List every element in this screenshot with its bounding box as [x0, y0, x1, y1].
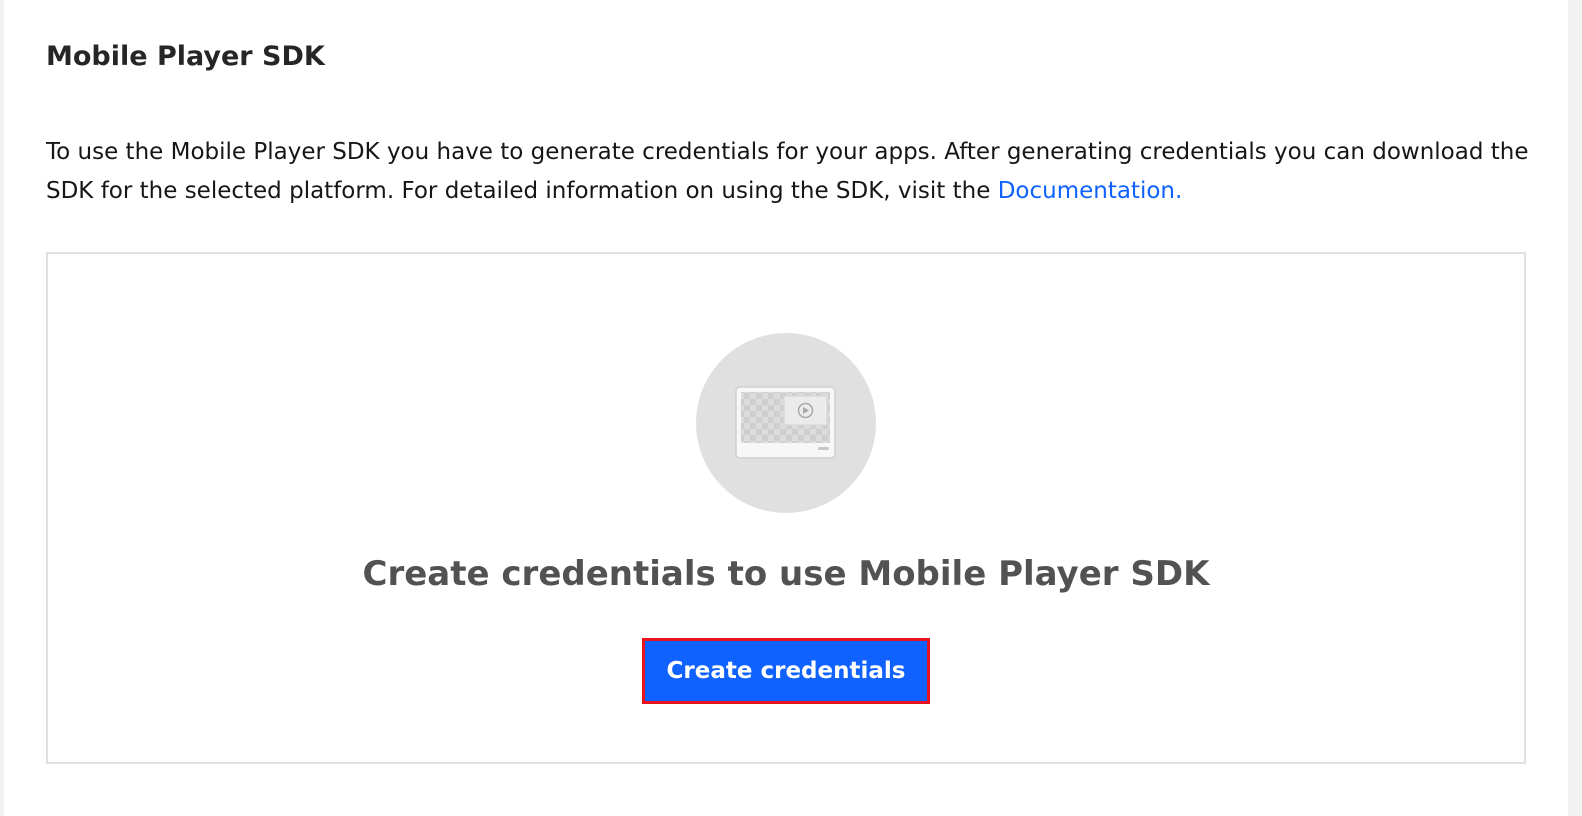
empty-state-heading: Create credentials to use Mobile Player … [362, 554, 1210, 594]
description-text: To use the Mobile Player SDK you have to… [46, 139, 1529, 204]
create-credentials-button[interactable]: Create credentials [642, 638, 930, 704]
video-player-illustration-icon [696, 333, 876, 513]
empty-state-panel: Create credentials to use Mobile Player … [46, 252, 1526, 764]
page-title: Mobile Player SDK [46, 41, 325, 72]
sdk-description: To use the Mobile Player SDK you have to… [46, 133, 1536, 211]
page: Mobile Player SDK To use the Mobile Play… [4, 0, 1568, 816]
documentation-link[interactable]: Documentation. [998, 178, 1183, 204]
